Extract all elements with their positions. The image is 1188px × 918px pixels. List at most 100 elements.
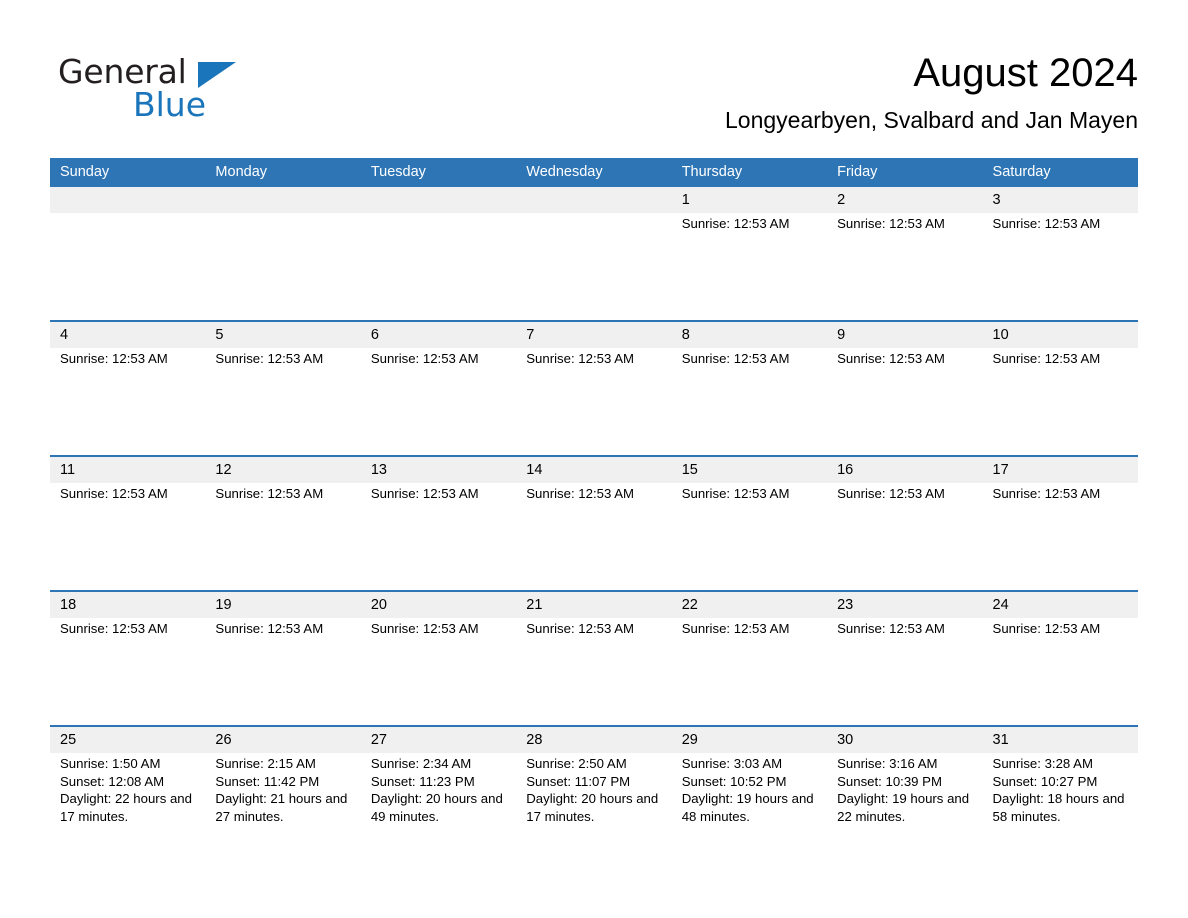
calendar-day-18[interactable]: 18 Sunrise: 12:53 AM <box>50 592 206 725</box>
calendar-day-27[interactable]: 27 Sunrise: 2:34 AM Sunset: 11:23 PM Daylig… <box>360 727 517 835</box>
day-number: 9 <box>837 327 846 343</box>
day-number-band: 26 <box>205 727 361 753</box>
day-number: 25 <box>60 732 77 748</box>
calendar-day-20[interactable]: 20 Sunrise: 12:53 AM <box>360 592 517 725</box>
calendar-day-3[interactable]: 3 Sunrise: 12:53 AM <box>982 187 1138 320</box>
day-events: Sunrise: 12:53 AM <box>205 618 360 638</box>
day-number-band: 13 <box>360 457 517 483</box>
day-event-line: Sunrise: 12:53 AM <box>992 216 1101 231</box>
day-events <box>205 213 360 215</box>
day-event-line: Daylight: 22 hours and 17 minutes. <box>60 791 192 824</box>
calendar-day-11[interactable]: 11 Sunrise: 12:53 AM <box>50 457 206 590</box>
calendar-week-row: 25 Sunrise: 1:50 AM Sunset: 12:08 AM Daylig… <box>50 725 1138 835</box>
calendar-day-31[interactable]: 31 Sunrise: 3:28 AM Sunset: 10:27 PM Daylig… <box>982 727 1138 835</box>
day-events: Sunrise: 12:53 AM <box>672 348 827 368</box>
title-block: August 2024 Longyearbyen, Svalbard and J… <box>438 48 1138 136</box>
day-number-band: 15 <box>671 457 828 483</box>
day-events: Sunrise: 12:53 AM <box>361 618 516 638</box>
calendar-day-25[interactable]: 25 Sunrise: 1:50 AM Sunset: 12:08 AM Daylig… <box>50 727 206 835</box>
calendar-day-19[interactable]: 19 Sunrise: 12:53 AM <box>205 592 361 725</box>
calendar-day-22[interactable]: 22 Sunrise: 12:53 AM <box>671 592 828 725</box>
calendar-week-row: 18 Sunrise: 12:53 AM 19 Sunrise: 12:53 AM 20… <box>50 590 1138 725</box>
calendar-day-16[interactable]: 16 Sunrise: 12:53 AM <box>827 457 983 590</box>
day-number: 20 <box>370 597 387 613</box>
calendar-day-29[interactable]: 29 Sunrise: 3:03 AM Sunset: 10:52 PM Daylig… <box>671 727 828 835</box>
day-number: 7 <box>526 327 535 343</box>
calendar-page: General Blue August 2024 Longyearbyen, S… <box>0 0 1188 918</box>
day-number: 4 <box>60 327 69 343</box>
calendar-day-14[interactable]: 14 Sunrise: 12:53 AM <box>516 457 672 590</box>
day-number: 6 <box>370 327 379 343</box>
day-events: Sunrise: 12:53 AM <box>516 618 671 638</box>
day-event-line: Sunrise: 2:34 AM <box>370 756 472 771</box>
day-number-band: 20 <box>360 592 517 618</box>
day-number-band <box>360 187 517 213</box>
day-number-band: 18 <box>50 592 206 618</box>
calendar-day-5[interactable]: 5 Sunrise: 12:53 AM <box>205 322 361 455</box>
day-number-band: 28 <box>516 727 672 753</box>
day-number-band: 29 <box>671 727 828 753</box>
calendar-day-24[interactable]: 24 Sunrise: 12:53 AM <box>982 592 1138 725</box>
day-number: 8 <box>681 327 690 343</box>
day-event-line: Sunrise: 12:53 AM <box>60 351 168 366</box>
day-number-band: 9 <box>827 322 983 348</box>
calendar-day-26[interactable]: 26 Sunrise: 2:15 AM Sunset: 11:42 PM Daylig… <box>205 727 361 835</box>
day-number-band: 4 <box>50 322 206 348</box>
day-number-band: 6 <box>360 322 517 348</box>
calendar-day-empty <box>50 187 206 320</box>
calendar-day-13[interactable]: 13 Sunrise: 12:53 AM <box>360 457 517 590</box>
calendar-day-7[interactable]: 7 Sunrise: 12:53 AM <box>516 322 672 455</box>
weekday-header-saturday: Saturday <box>992 164 1051 180</box>
day-event-line: Sunrise: 12:53 AM <box>370 621 479 636</box>
calendar-day-17[interactable]: 17 Sunrise: 12:53 AM <box>982 457 1138 590</box>
calendar-day-6[interactable]: 6 Sunrise: 12:53 AM <box>360 322 517 455</box>
calendar-day-empty <box>516 187 672 320</box>
day-events: Sunrise: 3:28 AM Sunset: 10:27 PM Daylight… <box>983 753 1138 825</box>
day-event-line: Sunset: 10:39 PM <box>837 773 942 789</box>
day-event-line: Sunrise: 12:53 AM <box>837 216 945 231</box>
day-events: Sunrise: 12:53 AM <box>827 213 982 233</box>
calendar-week-row: 4 Sunrise: 12:53 AM 5 Sunrise: 12:53 AM 6 Sun… <box>50 320 1138 455</box>
day-number-band <box>205 187 361 213</box>
day-events <box>516 213 671 215</box>
day-events: Sunrise: 12:53 AM <box>205 348 360 368</box>
day-number: 19 <box>215 597 232 613</box>
day-number: 12 <box>215 462 232 478</box>
calendar-day-9[interactable]: 9 Sunrise: 12:53 AM <box>827 322 983 455</box>
day-event-line: Sunrise: 12:53 AM <box>215 621 324 636</box>
day-event-line: Sunrise: 12:53 AM <box>837 621 945 636</box>
day-event-line: Sunrise: 12:53 AM <box>215 351 324 366</box>
calendar-day-28[interactable]: 28 Sunrise: 2:50 AM Sunset: 11:07 PM Daylig… <box>516 727 672 835</box>
day-number-band <box>50 187 206 213</box>
day-number-band: 16 <box>827 457 983 483</box>
day-event-line: Sunset: 12:08 AM <box>60 773 165 789</box>
day-number: 26 <box>215 732 232 748</box>
calendar-day-10[interactable]: 10 Sunrise: 12:53 AM <box>982 322 1138 455</box>
day-event-line: Sunrise: 12:53 AM <box>526 351 635 366</box>
calendar-day-23[interactable]: 23 Sunrise: 12:53 AM <box>827 592 983 725</box>
day-event-line: Daylight: 20 hours and 49 minutes. <box>370 791 503 824</box>
day-number: 3 <box>992 192 1001 208</box>
day-number: 15 <box>681 462 698 478</box>
page-subtitle: Longyearbyen, Svalbard and Jan Mayen <box>724 107 1138 133</box>
weekday-header-friday: Friday <box>837 164 878 180</box>
day-event-line: Sunrise: 12:53 AM <box>215 486 324 501</box>
calendar-day-12[interactable]: 12 Sunrise: 12:53 AM <box>205 457 361 590</box>
calendar-weeks: 1 Sunrise: 12:53 AM 2 Sunrise: 12:53 AM 3 Sun… <box>50 187 1138 835</box>
weekday-header-row: Sunday Monday Tuesday Wednesday Thursday Frid… <box>50 158 1138 187</box>
calendar-day-30[interactable]: 30 Sunrise: 3:16 AM Sunset: 10:39 PM Daylig… <box>827 727 983 835</box>
calendar-day-2[interactable]: 2 Sunrise: 12:53 AM <box>827 187 983 320</box>
day-number: 29 <box>681 732 698 748</box>
calendar-grid: Sunday Monday Tuesday Wednesday Thursday Frid… <box>50 158 1138 835</box>
day-number-band: 5 <box>205 322 361 348</box>
day-number-band: 14 <box>516 457 672 483</box>
day-event-line: Sunrise: 12:53 AM <box>992 351 1101 366</box>
calendar-day-4[interactable]: 4 Sunrise: 12:53 AM <box>50 322 206 455</box>
calendar-day-8[interactable]: 8 Sunrise: 12:53 AM <box>671 322 828 455</box>
day-number: 18 <box>60 597 77 613</box>
calendar-day-1[interactable]: 1 Sunrise: 12:53 AM <box>671 187 828 320</box>
generalblue-logo[interactable]: General Blue <box>50 52 350 128</box>
day-events: Sunrise: 12:53 AM <box>827 618 982 638</box>
calendar-day-21[interactable]: 21 Sunrise: 12:53 AM <box>516 592 672 725</box>
calendar-day-15[interactable]: 15 Sunrise: 12:53 AM <box>671 457 828 590</box>
